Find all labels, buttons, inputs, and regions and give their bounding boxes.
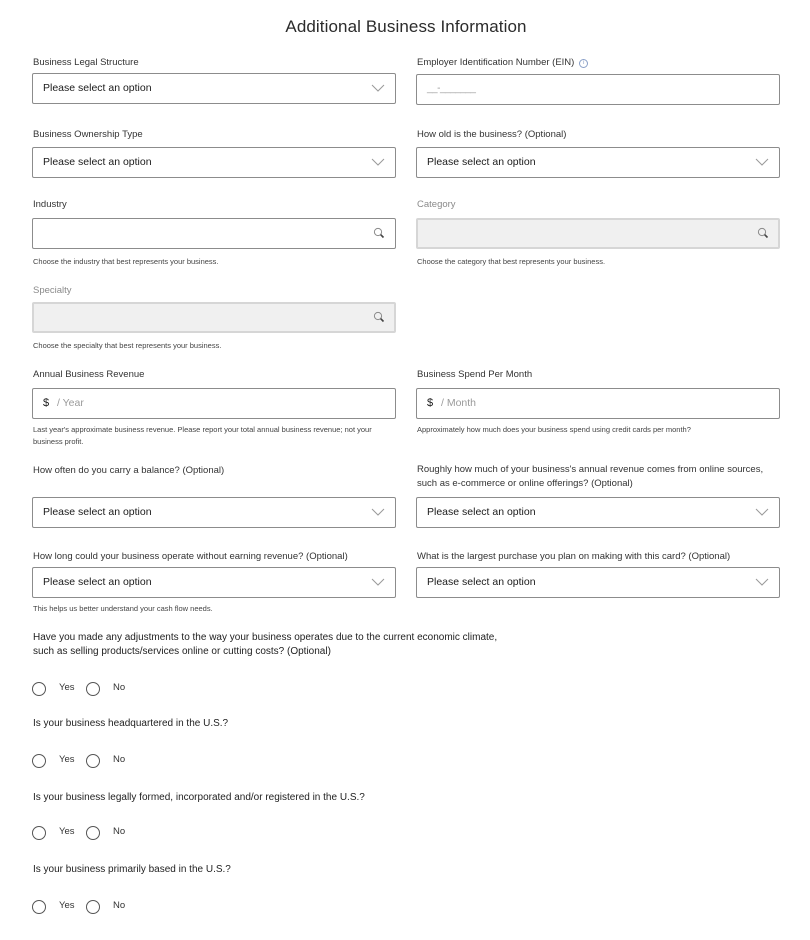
carry-balance-value: Please select an option: [43, 506, 152, 518]
largest-purchase-value: Please select an option: [427, 576, 536, 588]
search-icon: [373, 311, 385, 323]
online-revenue-value: Please select an option: [427, 506, 536, 518]
operate-without-revenue-help: This helps us better understand your cas…: [33, 604, 213, 613]
currency-prefix: $: [427, 397, 434, 409]
info-icon[interactable]: i: [579, 59, 589, 68]
radio-yes-label[interactable]: Yes: [59, 900, 75, 911]
radio-no[interactable]: [86, 754, 100, 768]
category-help: Choose the category that best represents…: [417, 257, 606, 266]
radio-yes-label[interactable]: Yes: [59, 754, 75, 765]
radio-no-label[interactable]: No: [113, 682, 125, 693]
largest-purchase-select[interactable]: Please select an option: [416, 567, 780, 598]
specialty-help: Choose the specialty that best represent…: [33, 341, 222, 350]
annual-revenue-help: Last year's approximate business revenue…: [33, 425, 372, 446]
question-headquartered-us: Is your business headquartered in the U.…: [33, 718, 229, 729]
ownership-type-value: Please select an option: [43, 156, 152, 168]
currency-prefix: $: [43, 397, 50, 409]
largest-purchase-label: What is the largest purchase you plan on…: [417, 551, 731, 562]
online-revenue-label: Roughly how much of your business's annu…: [417, 464, 764, 489]
chevron-down-icon: [755, 507, 769, 517]
online-revenue-select[interactable]: Please select an option: [416, 497, 780, 528]
annual-revenue-label: Annual Business Revenue: [33, 369, 145, 380]
monthly-spend-input[interactable]: $ / Month: [416, 388, 780, 419]
chevron-down-icon: [371, 577, 385, 587]
legal-structure-select[interactable]: Please select an option: [32, 73, 396, 104]
radio-no-label[interactable]: No: [113, 826, 125, 837]
specialty-input: [32, 302, 396, 333]
business-age-value: Please select an option: [427, 156, 536, 168]
business-age-label: How old is the business? (Optional): [417, 129, 567, 140]
category-label: Category: [417, 199, 456, 210]
monthly-spend-placeholder: / Month: [441, 397, 477, 409]
industry-help: Choose the industry that best represents…: [33, 257, 219, 266]
chevron-down-icon: [755, 577, 769, 587]
radio-group-primarily-based-us: Yes No: [32, 900, 152, 916]
radio-no[interactable]: [86, 682, 100, 696]
radio-no[interactable]: [86, 826, 100, 840]
chevron-down-icon: [755, 157, 769, 167]
ein-mask: __-_______: [427, 83, 476, 94]
radio-yes[interactable]: [32, 900, 46, 914]
radio-yes[interactable]: [32, 754, 46, 768]
search-icon: [757, 227, 769, 239]
business-age-select[interactable]: Please select an option: [416, 147, 780, 178]
ownership-type-label: Business Ownership Type: [33, 129, 143, 140]
industry-input[interactable]: [32, 218, 396, 249]
search-icon: [373, 227, 385, 239]
annual-revenue-input[interactable]: $ / Year: [32, 388, 396, 419]
radio-yes-label[interactable]: Yes: [59, 826, 75, 837]
category-input: [416, 218, 780, 249]
monthly-spend-label: Business Spend Per Month: [417, 369, 533, 380]
chevron-down-icon: [371, 83, 385, 93]
specialty-label: Specialty: [33, 285, 72, 296]
radio-yes-label[interactable]: Yes: [59, 682, 75, 693]
radio-yes[interactable]: [32, 826, 46, 840]
legal-structure-label: Business Legal Structure: [33, 57, 139, 68]
chevron-down-icon: [371, 507, 385, 517]
page-title: Additional Business Information: [285, 17, 527, 36]
question-legally-formed-us: Is your business legally formed, incorpo…: [33, 792, 365, 803]
carry-balance-select[interactable]: Please select an option: [32, 497, 396, 528]
operate-without-revenue-value: Please select an option: [43, 576, 152, 588]
monthly-spend-help: Approximately how much does your busines…: [417, 425, 691, 434]
carry-balance-label: How often do you carry a balance? (Optio…: [33, 465, 225, 476]
industry-label: Industry: [33, 199, 67, 210]
ein-label-text: Employer Identification Number (EIN): [417, 57, 575, 68]
annual-revenue-placeholder: / Year: [57, 397, 84, 409]
radio-no-label[interactable]: No: [113, 900, 125, 911]
radio-group-economic-adjustments: Yes No: [32, 682, 152, 698]
radio-no[interactable]: [86, 900, 100, 914]
ownership-type-select[interactable]: Please select an option: [32, 147, 396, 178]
operate-without-revenue-label: How long could your business operate wit…: [33, 551, 348, 562]
operate-without-revenue-select[interactable]: Please select an option: [32, 567, 396, 598]
question-economic-adjustments: Have you made any adjustments to the way…: [33, 632, 498, 657]
radio-group-headquartered-us: Yes No: [32, 754, 152, 770]
radio-yes[interactable]: [32, 682, 46, 696]
legal-structure-value: Please select an option: [43, 82, 152, 94]
radio-no-label[interactable]: No: [113, 754, 125, 765]
question-primarily-based-us: Is your business primarily based in the …: [33, 864, 231, 875]
ein-input[interactable]: __-_______: [416, 74, 780, 105]
ein-label: Employer Identification Number (EIN) i: [417, 57, 589, 68]
chevron-down-icon: [371, 157, 385, 167]
radio-group-legally-formed-us: Yes No: [32, 826, 152, 842]
